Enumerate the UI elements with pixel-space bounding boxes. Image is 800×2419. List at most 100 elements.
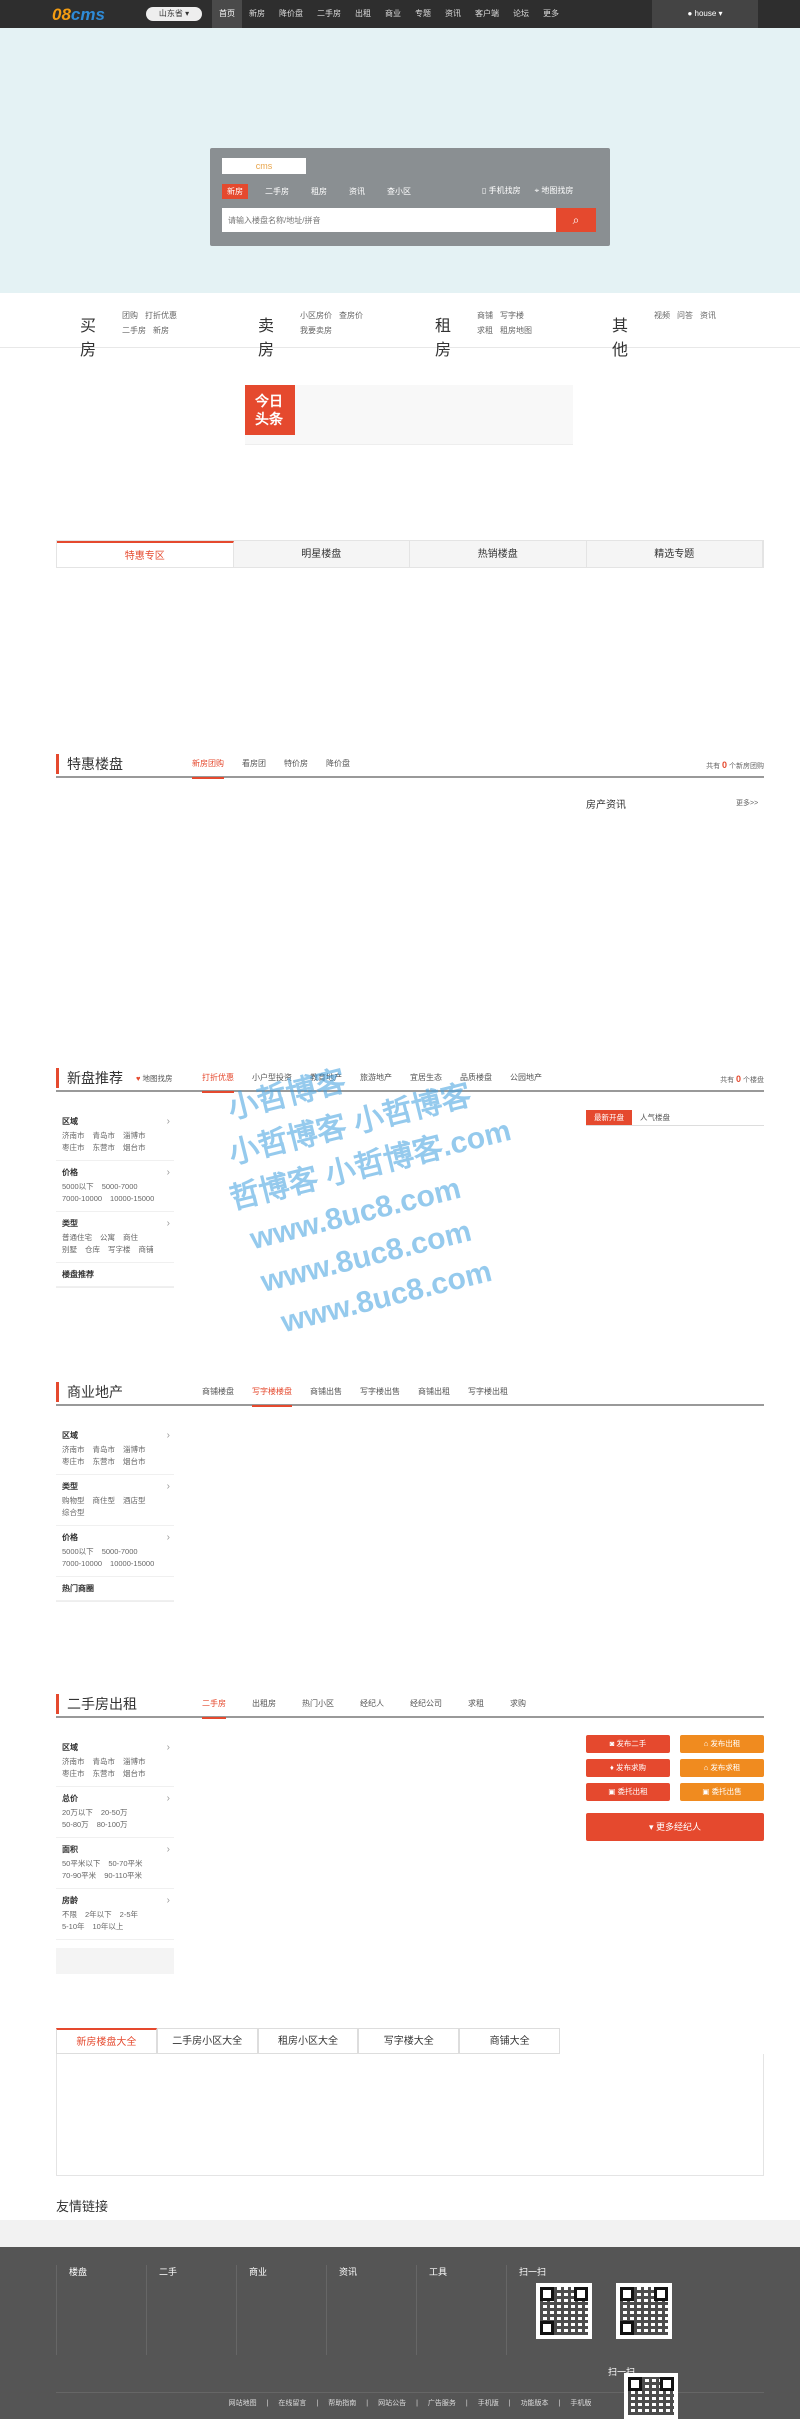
tab-resale-directory[interactable]: 二手房小区大全 [156,2028,258,2053]
category-link[interactable]: 写字楼 [500,311,524,320]
category-title[interactable]: 租房 [435,312,451,360]
filter-price[interactable]: 价格 5000以下 5000-7000 7000-10000 10000-15000 … [56,1526,174,1577]
search-input[interactable] [222,208,566,232]
category-link[interactable]: 问答 [677,311,693,320]
post-wanted-buy-button[interactable]: ♦ 发布求购 [586,1759,670,1777]
post-wanted-rent-button[interactable]: ⌂ 发布求租 [680,1759,764,1777]
tab-shop-sale[interactable]: 商铺出售 [310,1386,342,1407]
phone-search-link[interactable]: ▯ 手机找房 [482,185,521,196]
filter-type[interactable]: 类型 购物型 商住型 酒店型 综合型 › [56,1475,174,1526]
city-selector[interactable]: 山东省 ▾ [146,7,202,21]
map-search-link[interactable]: ⌖ 地图找房 [535,185,574,196]
tab-latest-open[interactable]: 最新开盘 [586,1110,632,1125]
nav-item-topics[interactable]: 专题 [408,0,438,28]
footer-col-commercial[interactable]: 商业 [236,2265,324,2355]
search-tab-rent[interactable]: 租房 [306,184,332,199]
filter-area[interactable]: 面积 50平米以下 50-70平米 70-90平米 90-110平米 › [56,1838,174,1889]
footer-link[interactable]: 网站地图 [229,2393,257,2414]
footer-link[interactable]: 帮助指南 [328,2393,356,2414]
more-link[interactable]: 更多>> [736,798,758,808]
tab-price-cut[interactable]: 降价盘 [326,758,350,779]
post-rent-button[interactable]: ⌂ 发布出租 [680,1735,764,1753]
tab-rental[interactable]: 出租房 [252,1698,276,1719]
nav-item-client[interactable]: 客户端 [468,0,506,28]
tab-agent[interactable]: 经纪人 [360,1698,384,1719]
footer-col-projects[interactable]: 楼盘 [56,2265,144,2355]
filter-total-price[interactable]: 总价 20万以下 20-50万 50-80万 80-100万 › [56,1787,174,1838]
tab-hot-community[interactable]: 热门小区 [302,1698,334,1719]
tab-featured-topics[interactable]: 精选专题 [587,541,763,567]
more-agents-button[interactable]: ▾ 更多经纪人 [586,1813,764,1841]
filter-type[interactable]: 类型 普通住宅 公寓 商住 别墅 仓库 写字楼 商铺 › [56,1212,174,1263]
filter-recommend[interactable]: 楼盘推荐 [56,1263,174,1287]
nav-item-home[interactable]: 首页 [212,0,242,28]
category-link[interactable]: 资讯 [700,311,716,320]
tab-viewing-group[interactable]: 看房团 [242,758,266,779]
footer-link[interactable]: 手机版 [570,2393,591,2414]
tab-office-projects[interactable]: 写字楼楼盘 [252,1386,292,1407]
nav-item-forum[interactable]: 论坛 [506,0,536,28]
filter-region[interactable]: 区域 济南市 青岛市 淄博市 枣庄市 东营市 烟台市 › [56,1110,174,1161]
tab-special-zone[interactable]: 特惠专区 [57,541,234,567]
nav-item-commercial[interactable]: 商业 [378,0,408,28]
user-menu[interactable]: ● house ▾ [652,0,758,28]
footer-link[interactable]: 功能版本 [521,2393,549,2414]
tab-office-directory[interactable]: 写字楼大全 [358,2028,460,2053]
tab-group-buy[interactable]: 新房团购 [192,758,224,779]
filter-price[interactable]: 价格 5000以下 5000-7000 7000-10000 10000-15000 … [56,1161,174,1212]
nav-item-news[interactable]: 资讯 [438,0,468,28]
tab-special-price[interactable]: 特价房 [284,758,308,779]
category-link[interactable]: 求租 [477,326,493,335]
nav-item-resale[interactable]: 二手房 [310,0,348,28]
nav-item-new-house[interactable]: 新房 [242,0,272,28]
search-tab-community[interactable]: 查小区 [382,184,416,199]
tab-resale[interactable]: 二手房 [202,1698,226,1719]
tab-shop-projects[interactable]: 商铺楼盘 [202,1386,234,1407]
site-logo[interactable]: 08cms [52,5,105,25]
tab-agency[interactable]: 经纪公司 [410,1698,442,1719]
footer-link[interactable]: 网站公告 [378,2393,406,2414]
search-tab-news[interactable]: 资讯 [344,184,370,199]
category-link[interactable]: 打折优惠 [145,311,177,320]
footer-col-news[interactable]: 资讯 [326,2265,414,2355]
footer-link[interactable]: 手机版 [478,2393,499,2414]
entrust-rent-button[interactable]: ▣ 委托出租 [586,1783,670,1801]
category-link[interactable]: 新房 [153,326,169,335]
tab-office-sale[interactable]: 写字楼出售 [360,1386,400,1407]
tab-star-projects[interactable]: 明星楼盘 [234,541,410,567]
category-title[interactable]: 卖房 [258,312,274,360]
category-title[interactable]: 买房 [80,312,96,360]
footer-col-resale[interactable]: 二手 [146,2265,234,2355]
search-tab-new[interactable]: 新房 [222,184,248,199]
category-link[interactable]: 查房价 [339,311,363,320]
category-title[interactable]: 其他 [612,312,628,360]
category-link[interactable]: 我要卖房 [300,326,332,335]
footer-link[interactable]: 在线留言 [278,2393,306,2414]
footer-col-tools[interactable]: 工具 [416,2265,504,2355]
filter-hot-area[interactable]: 热门商圈 [56,1577,174,1601]
tab-office-rent[interactable]: 写字楼出租 [468,1386,508,1407]
nav-item-rent[interactable]: 出租 [348,0,378,28]
search-button[interactable]: ⌕ [556,208,596,232]
map-search-link[interactable]: ♥ 地图找房 [136,1073,173,1084]
nav-item-more[interactable]: 更多 [536,0,566,28]
tab-shop-rent[interactable]: 商铺出租 [418,1386,450,1407]
entrust-sale-button[interactable]: ▣ 委托出售 [680,1783,764,1801]
tab-wanted-buy[interactable]: 求购 [510,1698,526,1719]
tab-new-house-directory[interactable]: 新房楼盘大全 [56,2028,157,2053]
tab-rent-directory[interactable]: 租房小区大全 [257,2028,359,2053]
tab-wanted-rent[interactable]: 求租 [468,1698,484,1719]
nav-item-price-cut[interactable]: 降价盘 [272,0,310,28]
tab-popular[interactable]: 人气楼盘 [632,1110,678,1125]
category-link[interactable]: 租房地图 [500,326,532,335]
search-tab-resale[interactable]: 二手房 [260,184,294,199]
tab-hot-projects[interactable]: 热销楼盘 [410,541,587,567]
category-link[interactable]: 小区房价 [300,311,332,320]
footer-link[interactable]: 广告服务 [428,2393,456,2414]
category-link[interactable]: 团购 [122,311,138,320]
category-link[interactable]: 二手房 [122,326,146,335]
post-resale-button[interactable]: ◙ 发布二手 [586,1735,670,1753]
filter-region[interactable]: 区域 济南市 青岛市 淄博市 枣庄市 东营市 烟台市 › [56,1736,174,1787]
filter-region[interactable]: 区域 济南市 青岛市 淄博市 枣庄市 东营市 烟台市 › [56,1424,174,1475]
tab-shop-directory[interactable]: 商铺大全 [459,2028,560,2053]
